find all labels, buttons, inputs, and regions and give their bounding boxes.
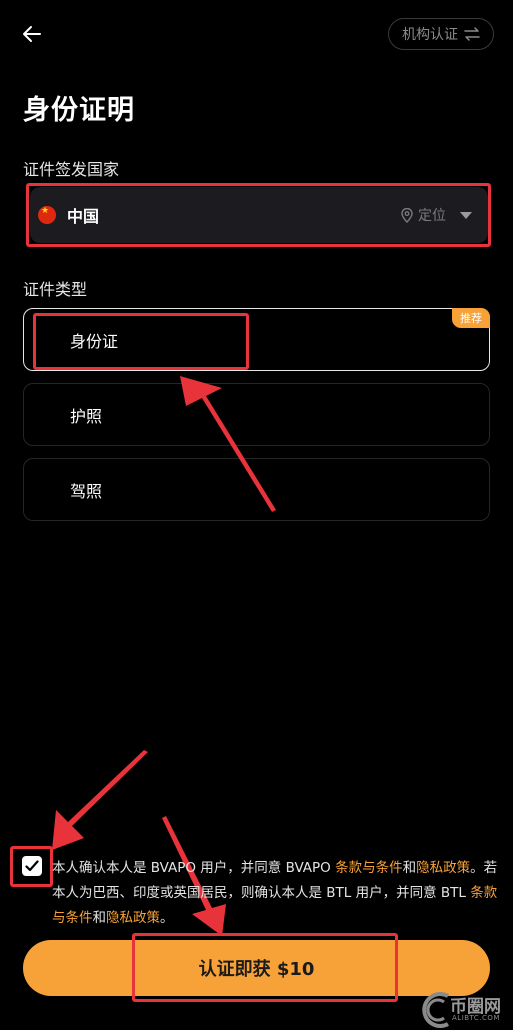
btl-privacy-link[interactable]: 隐私政策	[106, 910, 160, 926]
terms-text-part: 和	[92, 910, 107, 926]
verify-submit-button[interactable]: 认证即获 $10	[23, 940, 490, 996]
terms-link[interactable]: 条款与条件	[335, 860, 403, 876]
terms-text-part: 和	[402, 860, 417, 876]
watermark-subtext: ALIBTC.COM	[452, 1014, 500, 1022]
annotation-arrow-up	[180, 376, 276, 512]
terms-text-part: 。	[160, 910, 174, 926]
privacy-link[interactable]: 隐私政策	[416, 860, 470, 876]
checkmark-icon	[25, 860, 39, 872]
terms-text-part: 本人确认本人是 BVAPO 用户，并同意 BVAPO	[52, 860, 336, 876]
terms-text: 本人确认本人是 BVAPO 用户，并同意 BVAPO 条款与条件和隐私政策。若本…	[52, 856, 498, 931]
annotation-arrow-down-left	[52, 750, 148, 850]
terms-checkbox[interactable]	[22, 856, 42, 876]
